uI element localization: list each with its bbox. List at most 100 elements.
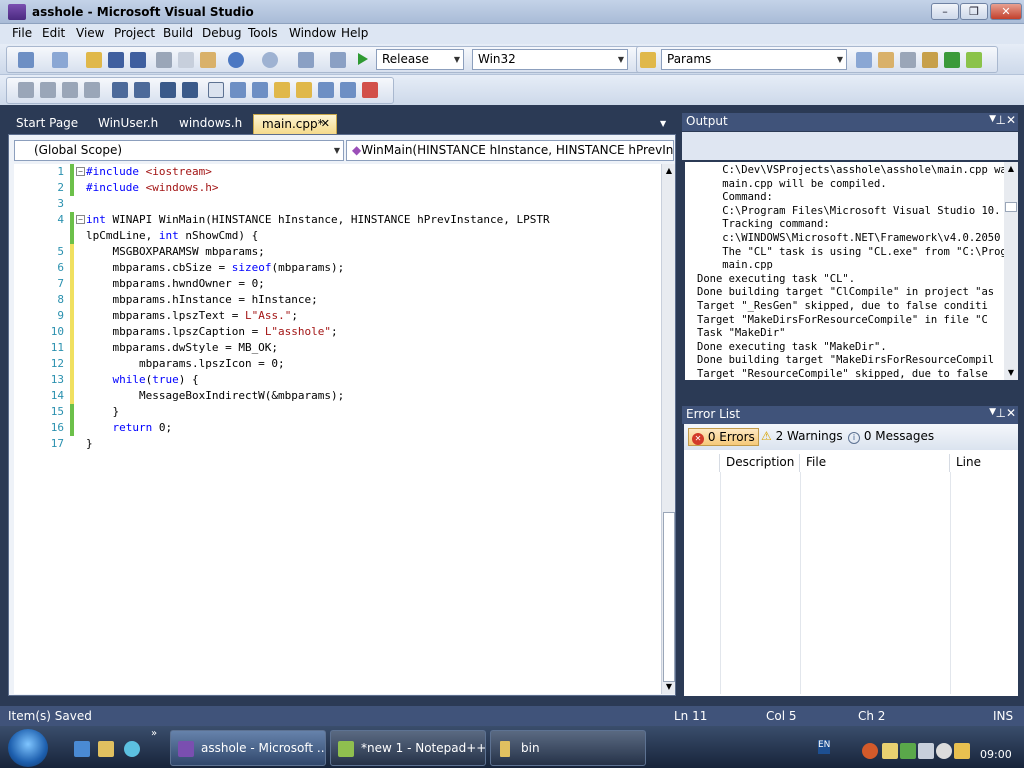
toggle-bookmark-icon[interactable] [208, 82, 224, 98]
parameter-info-icon[interactable] [40, 82, 56, 98]
column-file[interactable]: File [800, 454, 950, 472]
editor-vertical-scrollbar[interactable]: ▲ ▼ [661, 164, 675, 694]
start-button[interactable] [8, 729, 48, 767]
menu-tools[interactable]: Tools [244, 26, 282, 40]
close-panel-icon[interactable]: ✕ [1006, 113, 1016, 127]
tab-main-cpp[interactable]: main.cpp* ✕ [253, 114, 337, 134]
minimize-button[interactable]: – [931, 3, 959, 20]
code-line[interactable]: 6 mbparams.cbSize = sizeof(mbparams); [14, 260, 661, 276]
find-in-files-icon[interactable] [640, 52, 656, 68]
tray-app-icon[interactable] [954, 743, 970, 759]
start-debugging-icon[interactable] [358, 53, 368, 65]
display-object-member-list-icon[interactable] [18, 82, 34, 98]
error-list-header[interactable]: Error List ▼ ⊥ ✕ [682, 406, 1018, 424]
code-line[interactable]: 17} [14, 436, 661, 452]
tray-app-icon[interactable] [882, 743, 898, 759]
decrease-indent-icon[interactable] [112, 82, 128, 98]
open-file-icon[interactable] [86, 52, 102, 68]
toolbox-icon[interactable] [922, 52, 938, 68]
code-line[interactable]: 11 mbparams.dwStyle = MB_OK; [14, 340, 661, 356]
copy-icon[interactable] [178, 52, 194, 68]
menu-help[interactable]: Help [337, 26, 372, 40]
taskbar-item-visual-studio[interactable]: asshole - Microsoft ... [170, 730, 326, 766]
maximize-button[interactable]: ❐ [960, 3, 988, 20]
code-line[interactable]: 8 mbparams.hInstance = hInstance; [14, 292, 661, 308]
quick-launch-overflow-icon[interactable]: » [151, 728, 157, 739]
column-description[interactable]: Description [720, 454, 800, 472]
code-line[interactable]: lpCmdLine, int nShowCmd) { [14, 228, 661, 244]
clear-bookmarks-icon[interactable] [362, 82, 378, 98]
cut-icon[interactable] [156, 52, 172, 68]
previous-bookmark-icon[interactable] [230, 82, 246, 98]
next-bookmark-in-document-icon[interactable] [340, 82, 356, 98]
close-button[interactable]: ✕ [990, 3, 1022, 20]
navigate-forward-icon[interactable] [330, 52, 346, 68]
start-page-icon[interactable] [944, 52, 960, 68]
complete-word-icon[interactable] [84, 82, 100, 98]
next-bookmark-icon[interactable] [252, 82, 268, 98]
menu-view[interactable]: View [72, 26, 108, 40]
explorer-icon[interactable] [98, 741, 114, 757]
paste-icon[interactable] [200, 52, 216, 68]
scroll-up-icon[interactable]: ▲ [662, 164, 676, 178]
pin-icon[interactable]: ⊥ [996, 113, 1006, 127]
pin-icon[interactable]: ⊥ [996, 406, 1006, 420]
code-line[interactable]: 13 while(true) { [14, 372, 661, 388]
code-line[interactable]: 3 [14, 196, 661, 212]
add-item-icon[interactable] [52, 52, 68, 68]
show-desktop-icon[interactable] [74, 741, 90, 757]
close-panel-icon[interactable]: ✕ [1006, 406, 1016, 420]
platform-select[interactable]: Win32 ▼ [472, 49, 628, 70]
extension-manager-icon[interactable] [966, 52, 982, 68]
code-line[interactable]: 5 MSGBOXPARAMSW mbparams; [14, 244, 661, 260]
network-icon[interactable] [918, 743, 934, 759]
find-combo[interactable]: Params ▼ [661, 49, 847, 70]
code-line[interactable]: 7 mbparams.hwndOwner = 0; [14, 276, 661, 292]
scope-select[interactable]: (Global Scope) ▼ [14, 140, 344, 161]
close-tab-icon[interactable]: ✕ [321, 117, 330, 130]
save-all-icon[interactable] [130, 52, 146, 68]
next-bookmark-in-folder-icon[interactable] [296, 82, 312, 98]
code-line[interactable]: 2 #include <windows.h> [14, 180, 661, 196]
navigate-backward-icon[interactable] [298, 52, 314, 68]
media-icon[interactable] [124, 741, 140, 757]
menu-edit[interactable]: Edit [38, 26, 69, 40]
tray-app-icon[interactable] [862, 743, 878, 759]
tab-start-page[interactable]: Start Page [8, 114, 86, 134]
code-editor[interactable]: 1− #include <iostream> 2 #include <windows.… [14, 164, 661, 694]
solution-explorer-icon[interactable] [856, 52, 872, 68]
column-line[interactable]: Line [950, 454, 1018, 472]
redo-icon[interactable] [262, 52, 278, 68]
output-panel-header[interactable]: Output ▼ ⊥ ✕ [682, 113, 1018, 131]
object-browser-icon[interactable] [900, 52, 916, 68]
code-line[interactable]: 15 } [14, 404, 661, 420]
menu-project[interactable]: Project [110, 26, 159, 40]
column-icon[interactable] [684, 454, 720, 472]
tab-winuser-h[interactable]: WinUser.h [90, 114, 166, 134]
errors-filter-button[interactable]: ✕ 0 Errors [688, 428, 759, 446]
tab-overflow-icon[interactable]: ▼ [660, 119, 666, 128]
volume-icon[interactable] [936, 743, 952, 759]
taskbar-item-bin-folder[interactable]: bin [490, 730, 646, 766]
code-line[interactable]: 1 − #include <iostream> [14, 164, 661, 180]
messages-filter-button[interactable]: i 0 Messages [845, 428, 937, 446]
code-line[interactable]: 10 mbparams.lpszCaption = L"asshole"; [14, 324, 661, 340]
save-icon[interactable] [108, 52, 124, 68]
language-indicator[interactable]: EN [818, 740, 830, 754]
collapse-icon[interactable]: − [76, 167, 85, 176]
taskbar-item-notepad-plus-plus[interactable]: *new 1 - Notepad++ [330, 730, 486, 766]
previous-bookmark-in-folder-icon[interactable] [274, 82, 290, 98]
scroll-down-icon[interactable]: ▼ [662, 680, 676, 694]
output-vertical-scrollbar[interactable]: ▲ ▼ [1004, 162, 1018, 380]
previous-bookmark-in-document-icon[interactable] [318, 82, 334, 98]
menu-build[interactable]: Build [159, 26, 197, 40]
menu-debug[interactable]: Debug [198, 26, 245, 40]
configuration-select[interactable]: Release ▼ [376, 49, 464, 70]
warnings-filter-button[interactable]: ⚠ 2 Warnings [758, 428, 846, 446]
uncomment-lines-icon[interactable] [182, 82, 198, 98]
title-bar[interactable]: asshole - Microsoft Visual Studio – ❐ ✕ [0, 0, 1024, 24]
output-text[interactable]: C:\Dev\VSProjects\asshole\asshole\main.c… [685, 162, 1004, 380]
comment-lines-icon[interactable] [160, 82, 176, 98]
code-line[interactable]: 12 mbparams.lpszIcon = 0; [14, 356, 661, 372]
scroll-up-icon[interactable]: ▲ [1004, 162, 1018, 176]
